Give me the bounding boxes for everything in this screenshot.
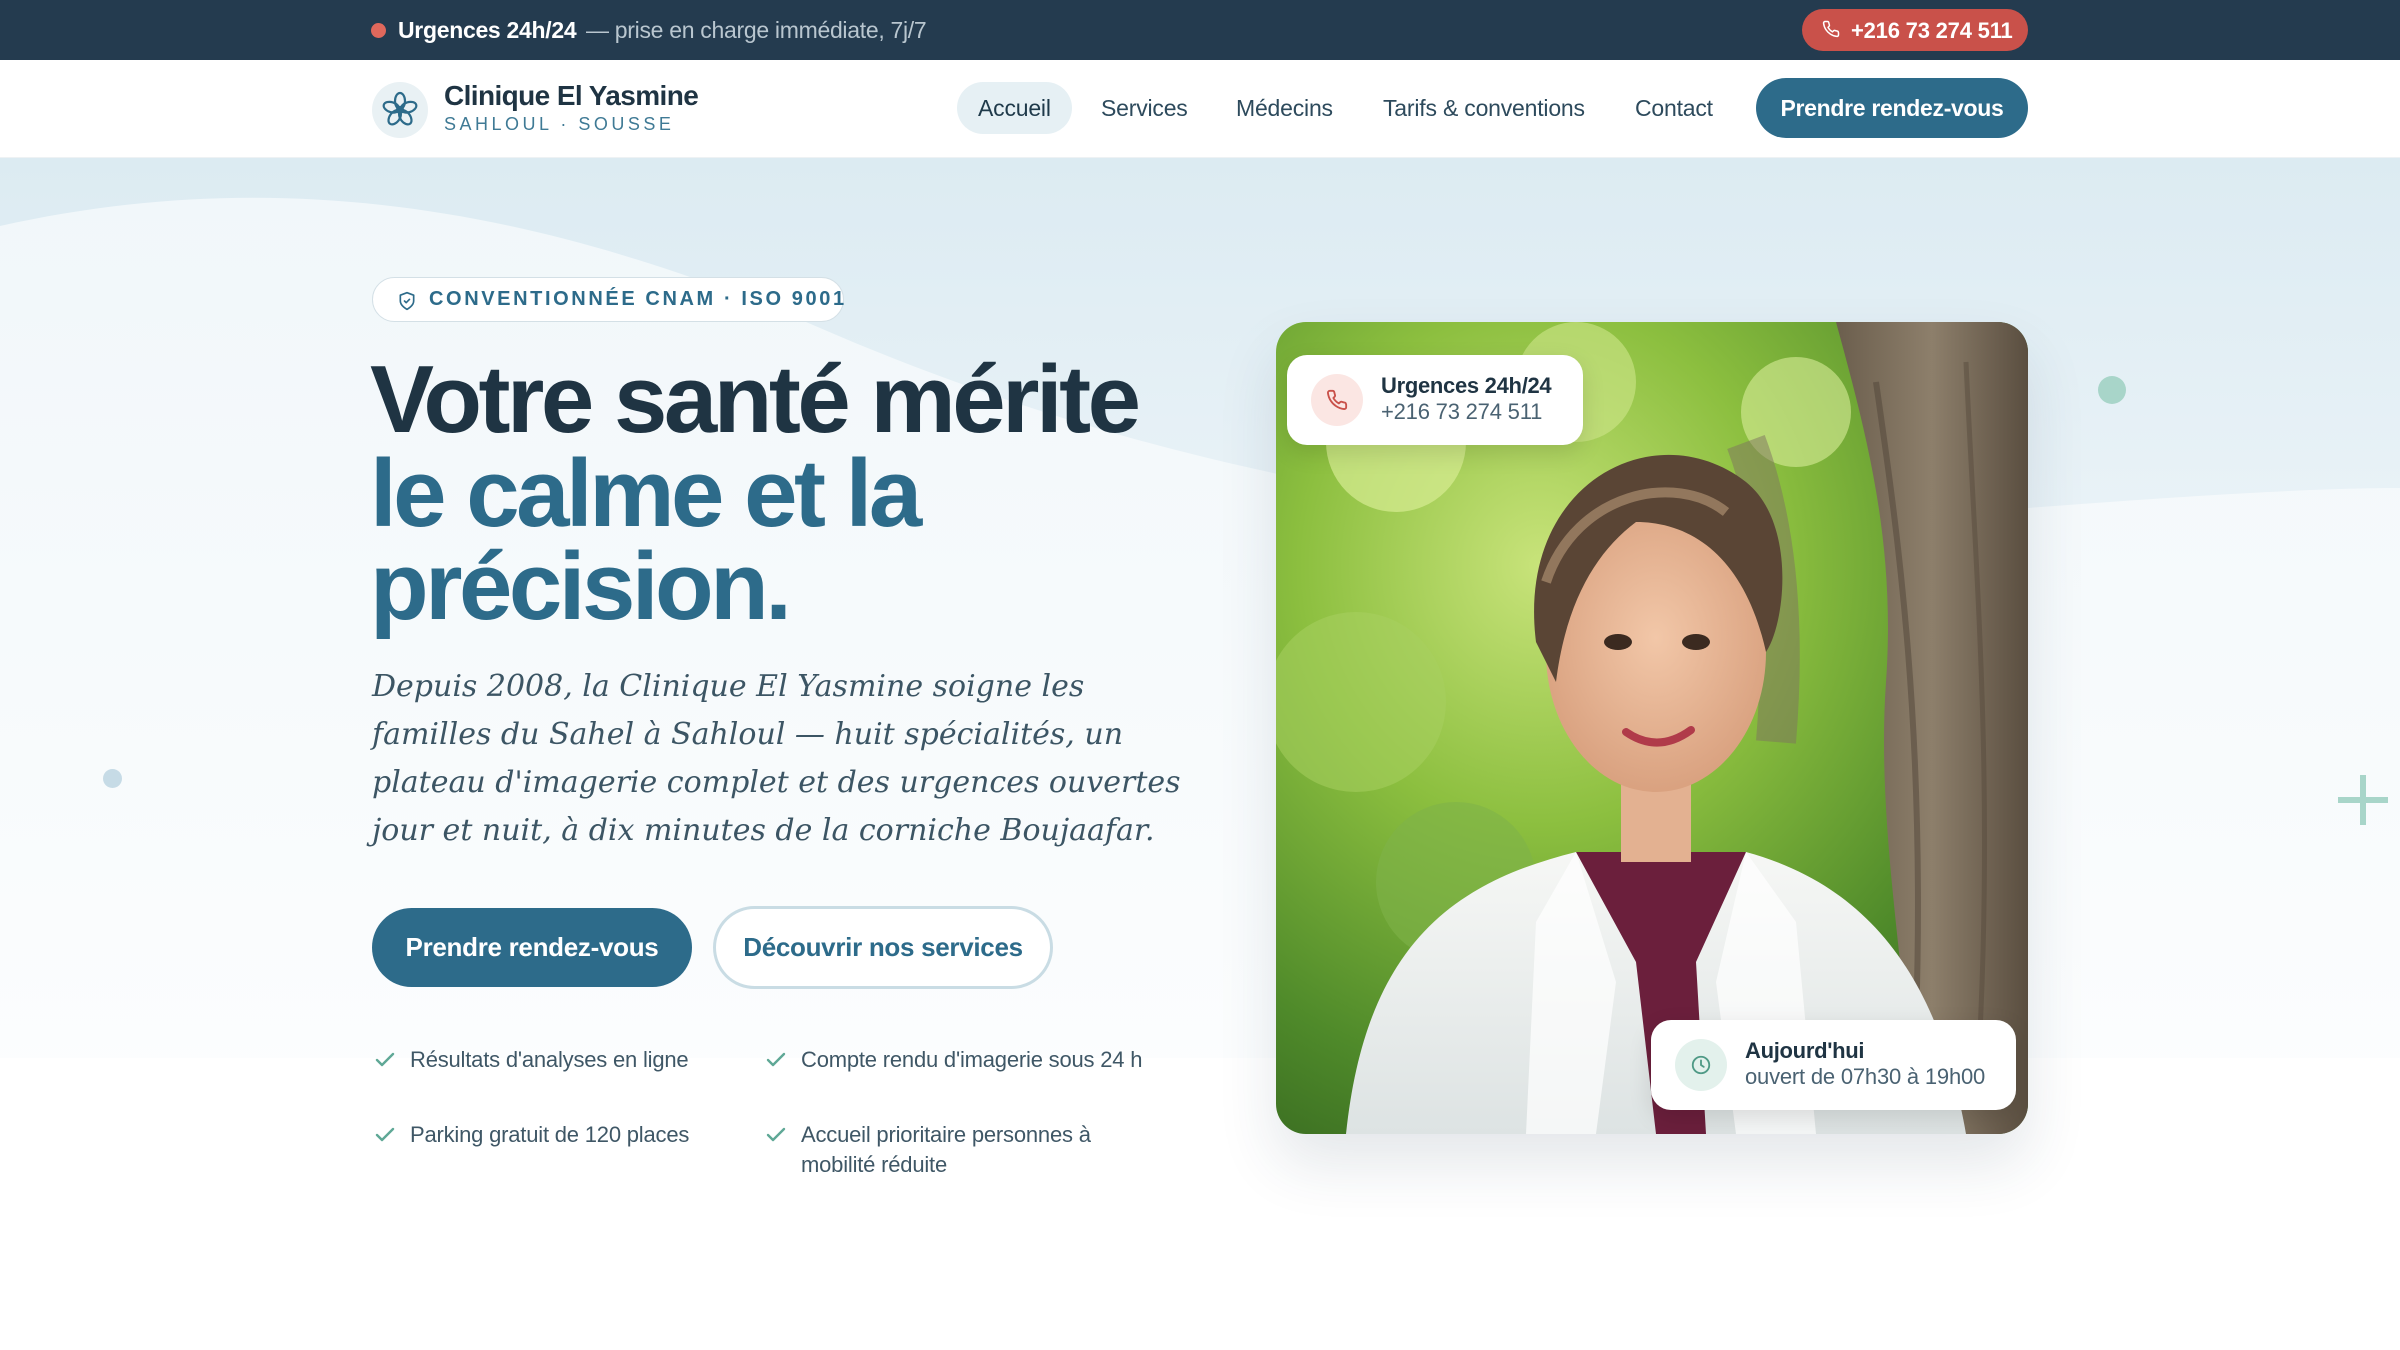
discover-services-button[interactable]: Découvrir nos services [713,906,1053,989]
check-icon [375,1127,395,1142]
hero-title-line-1: Votre santé mérite [370,346,1141,453]
nav-tarifs[interactable]: Tarifs & conventions [1383,82,1585,134]
clock-icon [1691,1055,1711,1075]
today-card-hours: ouvert de 07h30 à 19h00 [1745,1064,1986,1089]
check-icon [766,1052,786,1067]
doctor-photo: Urgences 24h/24 +216 73 274 511 Aujourd'… [1276,322,2028,1134]
flower-logo-icon[interactable] [372,82,428,138]
decorative-dot [103,769,122,788]
feature-item: Accueil prioritaire personnes à mobilité… [766,1120,1131,1180]
nav-contact[interactable]: Contact [1635,82,1713,134]
feature-item: Compte rendu d'imagerie sous 24 h [766,1045,1151,1075]
badge-text: CONVENTIONNÉE CNAM · ISO 9001 [429,288,847,310]
hero-appointment-button[interactable]: Prendre rendez-vous [372,908,692,987]
certification-badge: CONVENTIONNÉE CNAM · ISO 9001 [372,277,844,322]
phone-icon [1822,20,1840,38]
clock-icon-circle [1675,1039,1727,1091]
feature-label: Résultats d'analyses en ligne [410,1047,689,1072]
urgent-label: Urgences 24h/24 [398,17,577,43]
nav-services[interactable]: Services [1101,82,1188,134]
brand-name[interactable]: Clinique El Yasmine [444,80,699,112]
emergency-bar: Urgences 24h/24 — prise en charge immédi… [0,0,2400,60]
today-card-title: Aujourd'hui [1745,1038,1865,1063]
urgent-phone-button[interactable]: +216 73 274 511 [1802,9,2028,51]
feature-label: Compte rendu d'imagerie sous 24 h [801,1047,1143,1072]
feature-label: Accueil prioritaire personnes à mobilité… [801,1122,1091,1177]
urgent-card-phone: +216 73 274 511 [1381,399,1543,424]
feature-item: Parking gratuit de 120 places [375,1120,740,1150]
opening-hours-card: Aujourd'hui ouvert de 07h30 à 19h00 [1651,1020,2016,1110]
urgent-card-title: Urgences 24h/24 [1381,373,1552,398]
urgent-detail: — prise en charge immédiate, 7j/7 [586,17,927,43]
brand-location: SAHLOUL · SOUSSE [444,114,675,134]
hero-title-word: précision [370,533,769,640]
feature-label: Parking gratuit de 120 places [410,1122,690,1147]
nav-accueil[interactable]: Accueil [957,82,1072,134]
phone-icon [1327,389,1348,410]
hero-title-line-3: précision. [370,539,792,635]
phone-icon-circle [1311,374,1363,426]
hero-title-line-2: le calme et la [370,440,922,547]
nav-medecins[interactable]: Médecins [1236,82,1333,134]
urgent-phone-number: +216 73 274 511 [1851,18,2013,43]
plus-icon [2338,775,2388,825]
check-icon [766,1127,786,1142]
hero-title-dot: . [765,533,792,640]
hero-description: Depuis 2008, la Clinique El Yasmine soig… [372,669,1181,848]
decorative-dot [2098,376,2126,404]
check-icon [375,1052,395,1067]
hero-background [0,158,2400,1350]
urgent-indicator-dot [371,23,386,38]
feature-item: Résultats d'analyses en ligne [375,1045,740,1075]
site-header: Clinique El Yasmine SAHLOUL · SOUSSE Acc… [0,60,2400,158]
urgent-info-card[interactable]: Urgences 24h/24 +216 73 274 511 [1287,355,1583,445]
header-appointment-button[interactable]: Prendre rendez-vous [1756,78,2028,138]
shield-icon [399,291,415,311]
